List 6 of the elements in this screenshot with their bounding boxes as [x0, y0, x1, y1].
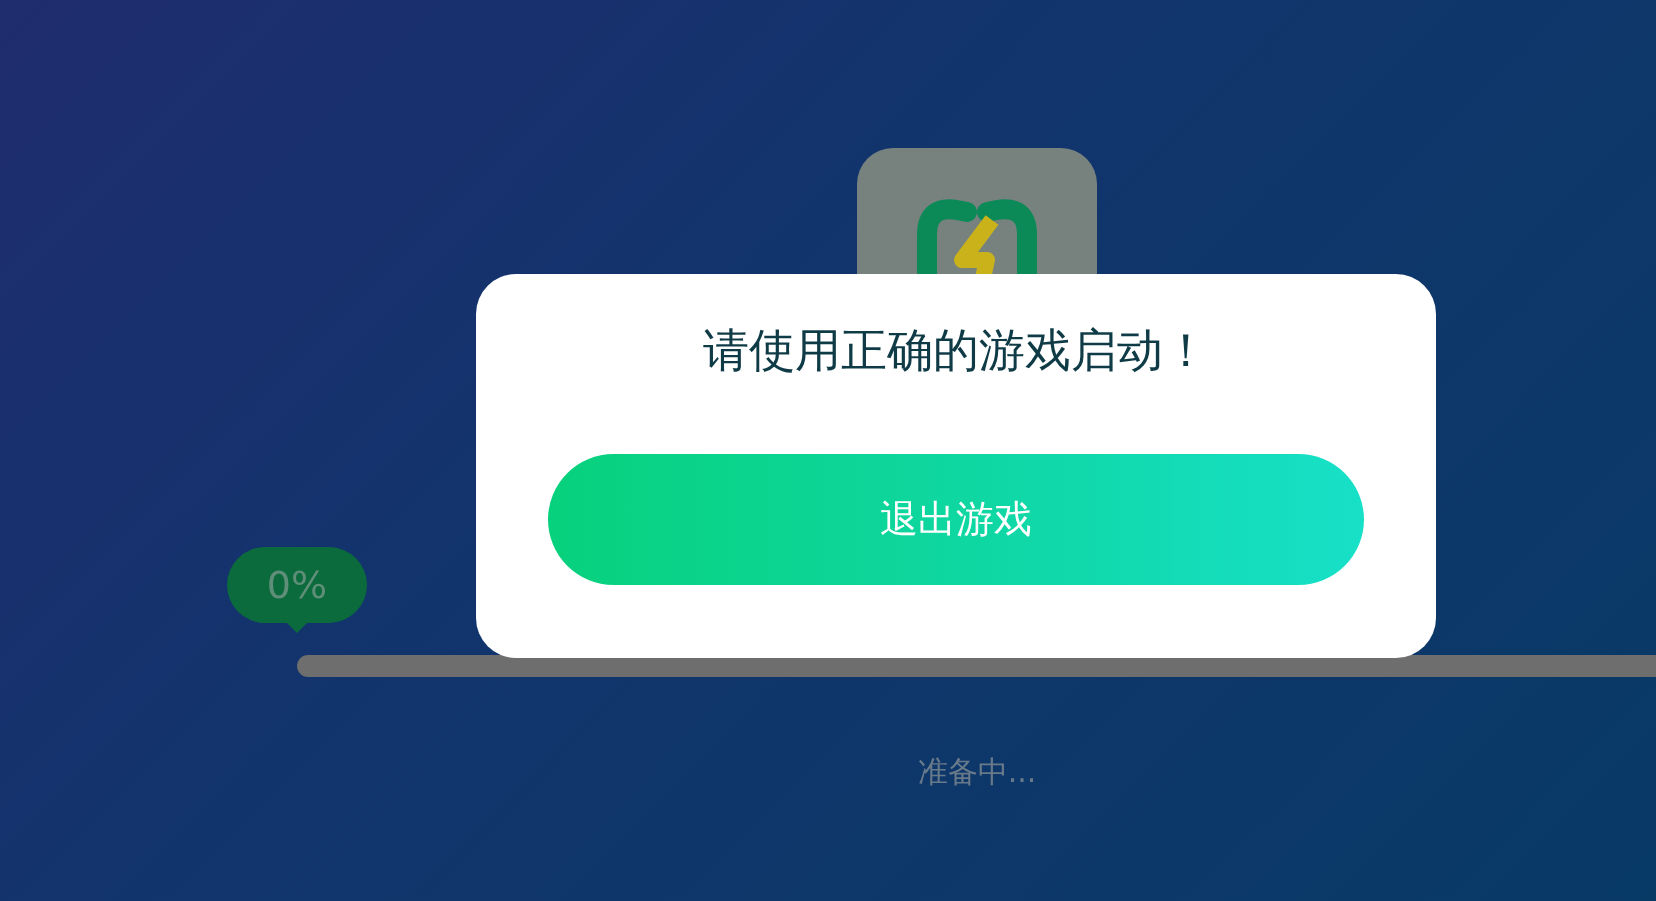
exit-game-button[interactable]: 退出游戏: [548, 454, 1364, 585]
loading-status-text: 准备中...: [916, 753, 1038, 791]
bubble-pointer: [287, 623, 307, 633]
progress-percent-bubble: 0%: [227, 547, 367, 623]
app-logo-icon: [857, 148, 1097, 274]
dialog-message: 请使用正确的游戏启动！: [703, 322, 1209, 378]
